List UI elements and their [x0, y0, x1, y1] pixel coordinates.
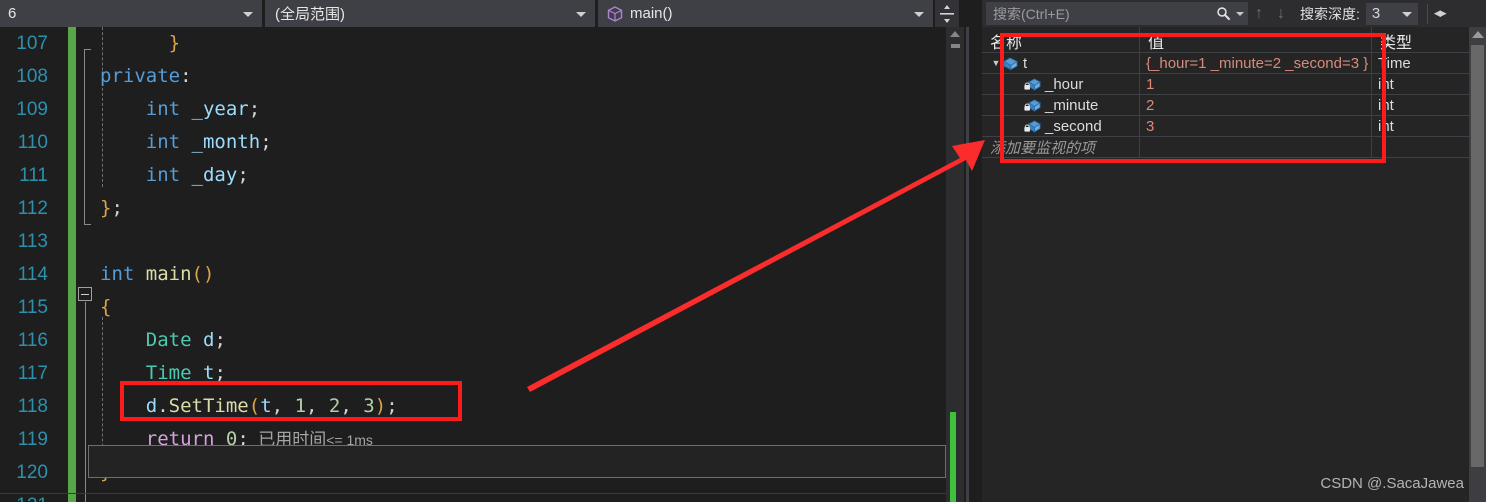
- line-number: 109: [16, 99, 48, 120]
- line-number: 107: [16, 33, 48, 54]
- line-number: 115: [17, 297, 48, 318]
- search-input[interactable]: 搜索(Ctrl+E): [986, 2, 1248, 25]
- scroll-up-arrow-icon[interactable]: [950, 31, 960, 37]
- chevron-down-icon: [243, 11, 253, 17]
- code-line[interactable]: 111 int _day;: [0, 159, 955, 192]
- search-depth-label: 搜索深度:: [1300, 5, 1360, 22]
- code-text: {: [100, 296, 112, 318]
- line-number: 121: [0, 489, 48, 502]
- editor-vertical-scrollbar[interactable]: [946, 27, 964, 502]
- annotation-box-watch-values: [1000, 33, 1386, 163]
- code-line[interactable]: 114 int main(): [0, 258, 955, 291]
- code-text: int _year;: [145, 98, 261, 120]
- member-dropdown[interactable]: main(): [598, 0, 933, 27]
- member-value: main(): [630, 5, 673, 22]
- line-number: 119: [17, 429, 48, 450]
- line-number: 111: [19, 165, 48, 186]
- code-line[interactable]: 109 int _year;: [0, 93, 955, 126]
- editor-horizontal-divider: [0, 493, 946, 494]
- line-number: 108: [16, 66, 48, 87]
- line-number: 116: [17, 330, 48, 351]
- code-line[interactable]: 110 int _month;: [0, 126, 955, 159]
- code-line[interactable]: 116 Date d;: [0, 324, 955, 357]
- line-number: 118: [17, 396, 48, 417]
- code-line[interactable]: 112};: [0, 192, 955, 225]
- split-view-icon: [940, 4, 954, 23]
- search-icon[interactable]: [1216, 6, 1231, 21]
- code-text: };: [100, 197, 123, 219]
- visual-studio-debug-window: 6 (全局范围) main() 搜索(Ctrl+E) ↑ ↓ 搜索深度: 3 ◀…: [0, 0, 1486, 502]
- line-number: 117: [17, 363, 48, 384]
- cube-icon: [607, 5, 623, 22]
- current-line-highlight: [88, 445, 946, 478]
- code-editor[interactable]: 107 } 108 private: 109 int _year; 110 int _m…: [0, 27, 955, 502]
- code-text: private:: [100, 65, 192, 87]
- line-number: 120: [16, 462, 48, 483]
- chevron-down-icon: [576, 11, 586, 17]
- scrollbar-change-marker: [950, 412, 956, 502]
- watch-vertical-scrollbar[interactable]: [1469, 27, 1486, 502]
- scrollbar-thumb[interactable]: [951, 44, 960, 48]
- code-text: }: [168, 32, 181, 54]
- code-text: int main(): [100, 263, 215, 285]
- scroll-up-arrow-icon[interactable]: [1472, 31, 1484, 38]
- code-lines: 107 } 108 private: 109 int _year; 110 int _m…: [0, 27, 955, 502]
- code-text: int _month;: [145, 131, 272, 153]
- chevron-down-icon: [914, 11, 924, 17]
- global-scope-dropdown[interactable]: (全局范围): [265, 0, 595, 27]
- annotation-box-settime-call: [120, 381, 462, 421]
- search-depth-value: 3: [1371, 5, 1381, 22]
- watermark: CSDN @.SacaJawea: [1320, 475, 1464, 492]
- code-line[interactable]: 113: [0, 225, 955, 258]
- global-scope-value: (全局范围): [275, 6, 345, 23]
- search-prev-button[interactable]: ↑: [1248, 5, 1270, 23]
- code-text: int _day;: [145, 164, 249, 186]
- line-number: 112: [17, 198, 48, 219]
- file-scope-value: 6: [8, 5, 17, 22]
- panel-splitter[interactable]: [966, 27, 969, 502]
- chevron-down-icon: [1401, 11, 1412, 17]
- code-line[interactable]: 107 }: [0, 27, 955, 60]
- search-depth-dropdown[interactable]: 3: [1365, 2, 1418, 25]
- watch-search-toolbar: 搜索(Ctrl+E) ↑ ↓ 搜索深度: 3 ◀▶: [982, 0, 1486, 27]
- line-number: 114: [17, 264, 48, 285]
- code-line[interactable]: 121: [0, 489, 955, 502]
- toolbar-separator: [1426, 3, 1428, 24]
- code-text: Date d;: [145, 329, 226, 351]
- file-scope-dropdown[interactable]: 6: [0, 0, 262, 27]
- code-line[interactable]: 115 {: [0, 291, 955, 324]
- search-next-button[interactable]: ↓: [1270, 5, 1292, 23]
- line-number: 113: [17, 231, 48, 252]
- search-options-chevron-icon[interactable]: [1236, 11, 1244, 16]
- collapse-icon[interactable]: ◀▶: [1434, 8, 1447, 19]
- line-number: 110: [17, 132, 48, 153]
- scrollbar-thumb[interactable]: [1471, 45, 1484, 467]
- code-line[interactable]: 108 private:: [0, 60, 955, 93]
- split-view-button[interactable]: [935, 0, 959, 27]
- search-placeholder: 搜索(Ctrl+E): [993, 5, 1070, 22]
